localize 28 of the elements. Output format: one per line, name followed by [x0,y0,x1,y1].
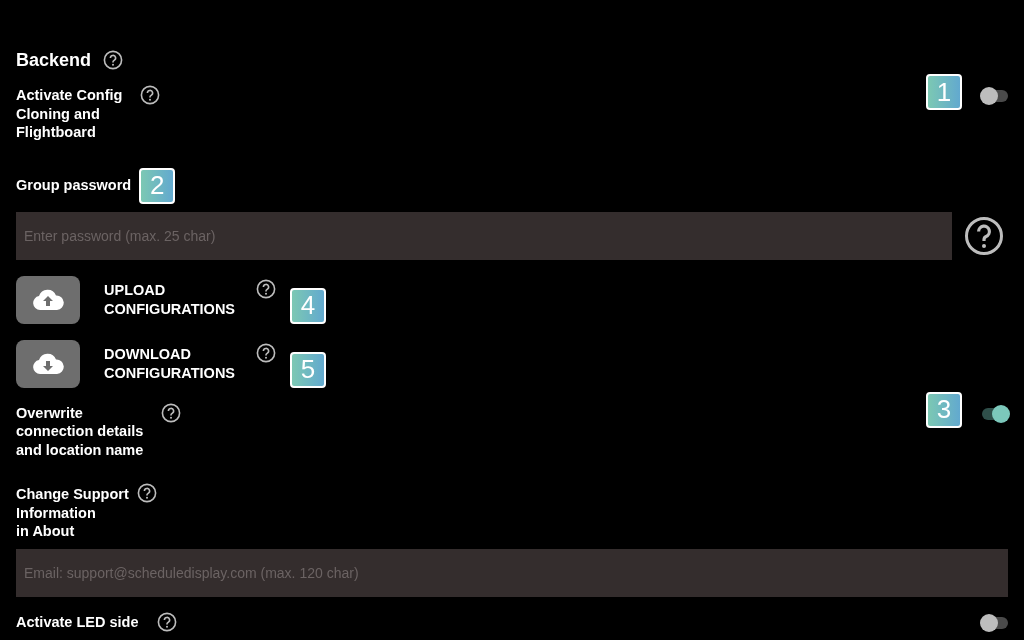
help-icon[interactable] [103,50,124,70]
setting-label: Group password [16,176,132,195]
action-label: DOWNLOAD CONFIGURATIONS [104,344,237,383]
step-badge: 5 [290,351,326,388]
toggle-switch[interactable] [980,612,1008,633]
step-badge: 1 [926,74,962,110]
download-button[interactable] [16,339,80,388]
step-badge: 2 [139,167,176,204]
help-icon[interactable] [964,215,1004,256]
toggle-switch[interactable] [980,403,1008,424]
step-badge: 3 [926,391,962,428]
cloud-upload-icon [32,288,64,311]
action-label: UPLOAD CONFIGURATIONS [104,280,237,319]
help-icon[interactable] [256,342,276,363]
help-icon[interactable] [256,278,276,299]
upload-button[interactable] [16,275,80,324]
help-icon[interactable] [136,483,157,503]
cloud-download-icon [32,352,64,375]
help-icon[interactable] [156,611,177,632]
setting-label: Change Support Information in About [16,485,129,541]
setting-label: Overwrite connection details and location name [16,403,144,459]
toggle-switch[interactable] [980,86,1008,106]
help-icon[interactable] [140,85,161,105]
setting-label: Activate LED side [16,612,139,631]
setting-label: Activate Config Cloning and Flightboard [16,86,123,142]
section-title: Backend [16,49,92,71]
step-badge: 4 [290,287,326,324]
help-icon[interactable] [161,402,182,423]
